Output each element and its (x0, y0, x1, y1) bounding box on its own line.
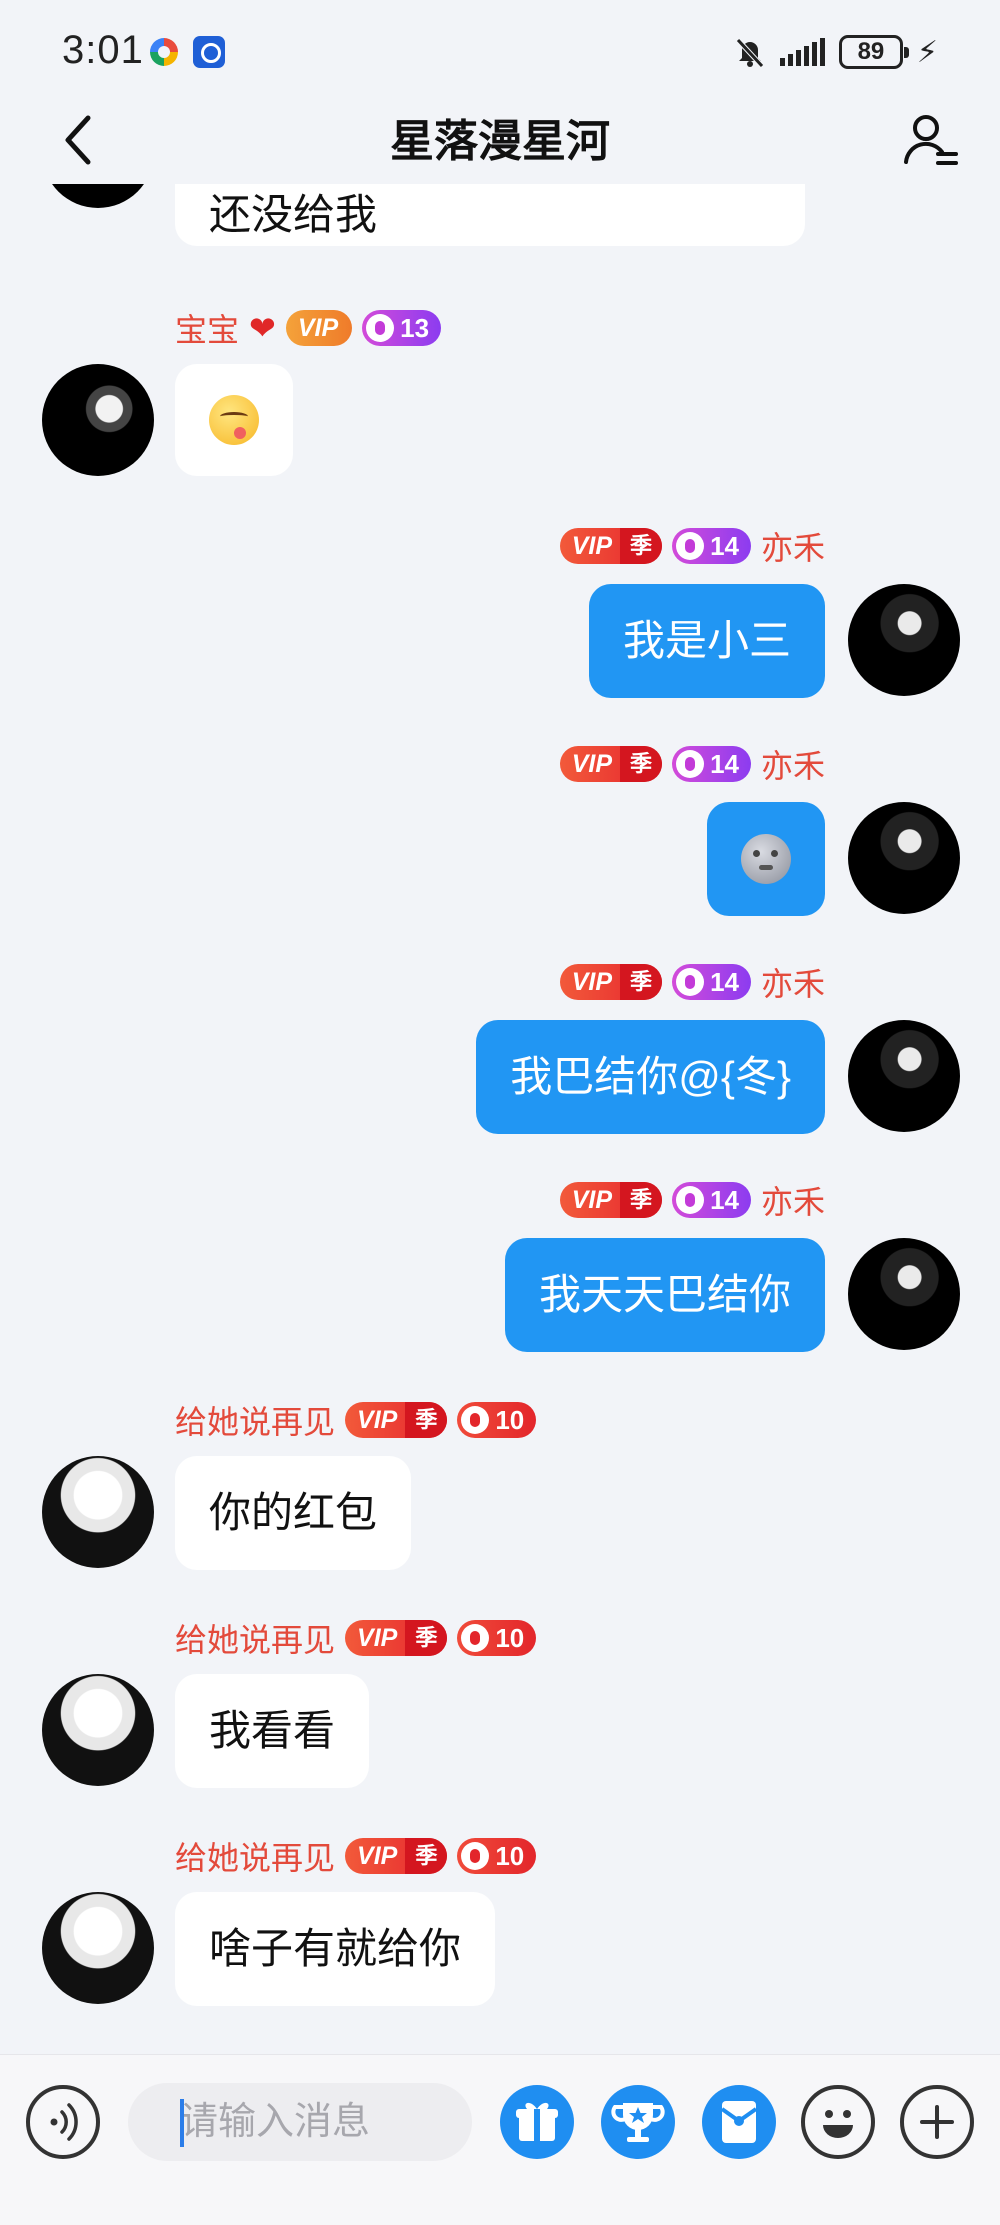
level-badge: 10 (457, 1402, 537, 1438)
qq-browser-notification-icon (193, 36, 225, 68)
sender-name[interactable]: 给她说再见 (175, 1397, 335, 1443)
avatar[interactable] (848, 584, 960, 696)
app-notification-icon (150, 38, 178, 66)
avatar[interactable] (848, 1020, 960, 1132)
back-arrow-icon[interactable] (56, 110, 100, 170)
message-bubble[interactable] (707, 802, 825, 916)
red-packet-button[interactable] (702, 2085, 776, 2159)
page-title: 星落漫星河 (390, 117, 610, 166)
text-caret (180, 2099, 184, 2147)
sender-name[interactable]: 亦禾 (761, 523, 825, 569)
emoji-button[interactable] (801, 2085, 875, 2159)
group-member-icon[interactable] (900, 110, 960, 170)
sender-name[interactable]: 宝宝 (175, 305, 239, 351)
vip-season-badge: VIP 季 (559, 746, 663, 782)
message-bubble[interactable]: 我天天巴结你 (504, 1238, 825, 1352)
vip-season-badge: VIP 季 (559, 528, 663, 564)
avatar[interactable] (42, 1674, 154, 1786)
gift-button[interactable] (500, 2085, 574, 2159)
message-bubble[interactable]: 你的红包 (175, 1456, 412, 1570)
sender-name[interactable]: 给她说再见 (175, 1833, 335, 1879)
sender-name[interactable]: 给她说再见 (175, 1615, 335, 1661)
message-bubble[interactable] (175, 364, 293, 476)
status-time: 3:01 (62, 28, 144, 72)
message-bubble[interactable]: 我巴结你@{冬} (476, 1020, 825, 1134)
composer-bar: 请输入消息 (0, 2054, 1000, 2225)
heart-icon: ❤ (249, 310, 276, 346)
sender-info: VIP 季 14 亦禾 (559, 959, 825, 1005)
gift-icon (516, 2102, 558, 2141)
smiley-icon (823, 2110, 853, 2138)
avatar[interactable] (848, 1238, 960, 1350)
moon-face-emoji-icon (741, 834, 791, 884)
level-badge: 14 (672, 964, 751, 1000)
message-bubble[interactable]: 啥子有就给你 (175, 1892, 496, 2006)
avatar[interactable] (42, 1456, 154, 1568)
charging-bolt-icon: ⚡ (916, 35, 938, 69)
status-indicators: 89 ⚡ (734, 32, 938, 72)
message-list[interactable]: 还没给我 宝宝 ❤ VIP 13 VIP 季 14 亦禾 我是小三 VIP 季 14… (0, 184, 1000, 2054)
status-bar: 3:01 89 ⚡ (0, 0, 1000, 100)
avatar[interactable] (848, 802, 960, 914)
vip-season-badge: VIP 季 (345, 1838, 448, 1874)
vip-season-badge: VIP 季 (345, 1620, 448, 1656)
trophy-button[interactable] (601, 2085, 675, 2159)
vip-season-badge: VIP 季 (559, 1182, 663, 1218)
signal-icon (779, 38, 825, 66)
sender-info: 给她说再见 VIP 季 10 (175, 1615, 537, 1661)
level-badge: 14 (672, 746, 751, 782)
red-packet-icon (720, 2101, 758, 2143)
sender-name[interactable]: 亦禾 (761, 959, 825, 1005)
level-badge: 10 (457, 1838, 537, 1874)
sender-info: VIP 季 14 亦禾 (559, 1177, 825, 1223)
avatar[interactable] (42, 1892, 154, 2004)
mute-bell-icon (736, 38, 764, 68)
sender-info: 宝宝 ❤ VIP 13 (175, 305, 442, 351)
voice-input-icon[interactable] (26, 2085, 100, 2159)
level-badge: 14 (672, 1182, 751, 1218)
message-bubble[interactable]: 我看看 (175, 1674, 370, 1788)
yum-face-emoji-icon (209, 395, 259, 445)
sender-info: VIP 季 14 亦禾 (559, 741, 825, 787)
sender-name[interactable]: 亦禾 (761, 741, 825, 787)
level-badge: 14 (672, 528, 751, 564)
plus-icon (920, 2105, 954, 2139)
message-bubble[interactable]: 还没给我 (175, 184, 805, 246)
vip-season-badge: VIP 季 (345, 1402, 448, 1438)
more-plus-button[interactable] (900, 2085, 974, 2159)
vip-season-badge: VIP 季 (559, 964, 663, 1000)
avatar[interactable] (42, 364, 154, 476)
trophy-icon (611, 2103, 665, 2142)
level-badge: 13 (362, 310, 442, 346)
avatar[interactable] (42, 184, 154, 208)
vip-badge: VIP (285, 310, 353, 346)
sender-info: 给她说再见 VIP 季 10 (175, 1397, 537, 1443)
chat-header: 星落漫星河 (0, 100, 1000, 184)
battery-indicator: 89 (838, 35, 909, 69)
sender-name[interactable]: 亦禾 (761, 1177, 825, 1223)
sender-info: 给她说再见 VIP 季 10 (175, 1833, 537, 1879)
level-badge: 10 (457, 1620, 537, 1656)
message-bubble[interactable]: 我是小三 (588, 584, 825, 698)
sender-info: VIP 季 14 亦禾 (559, 523, 825, 569)
